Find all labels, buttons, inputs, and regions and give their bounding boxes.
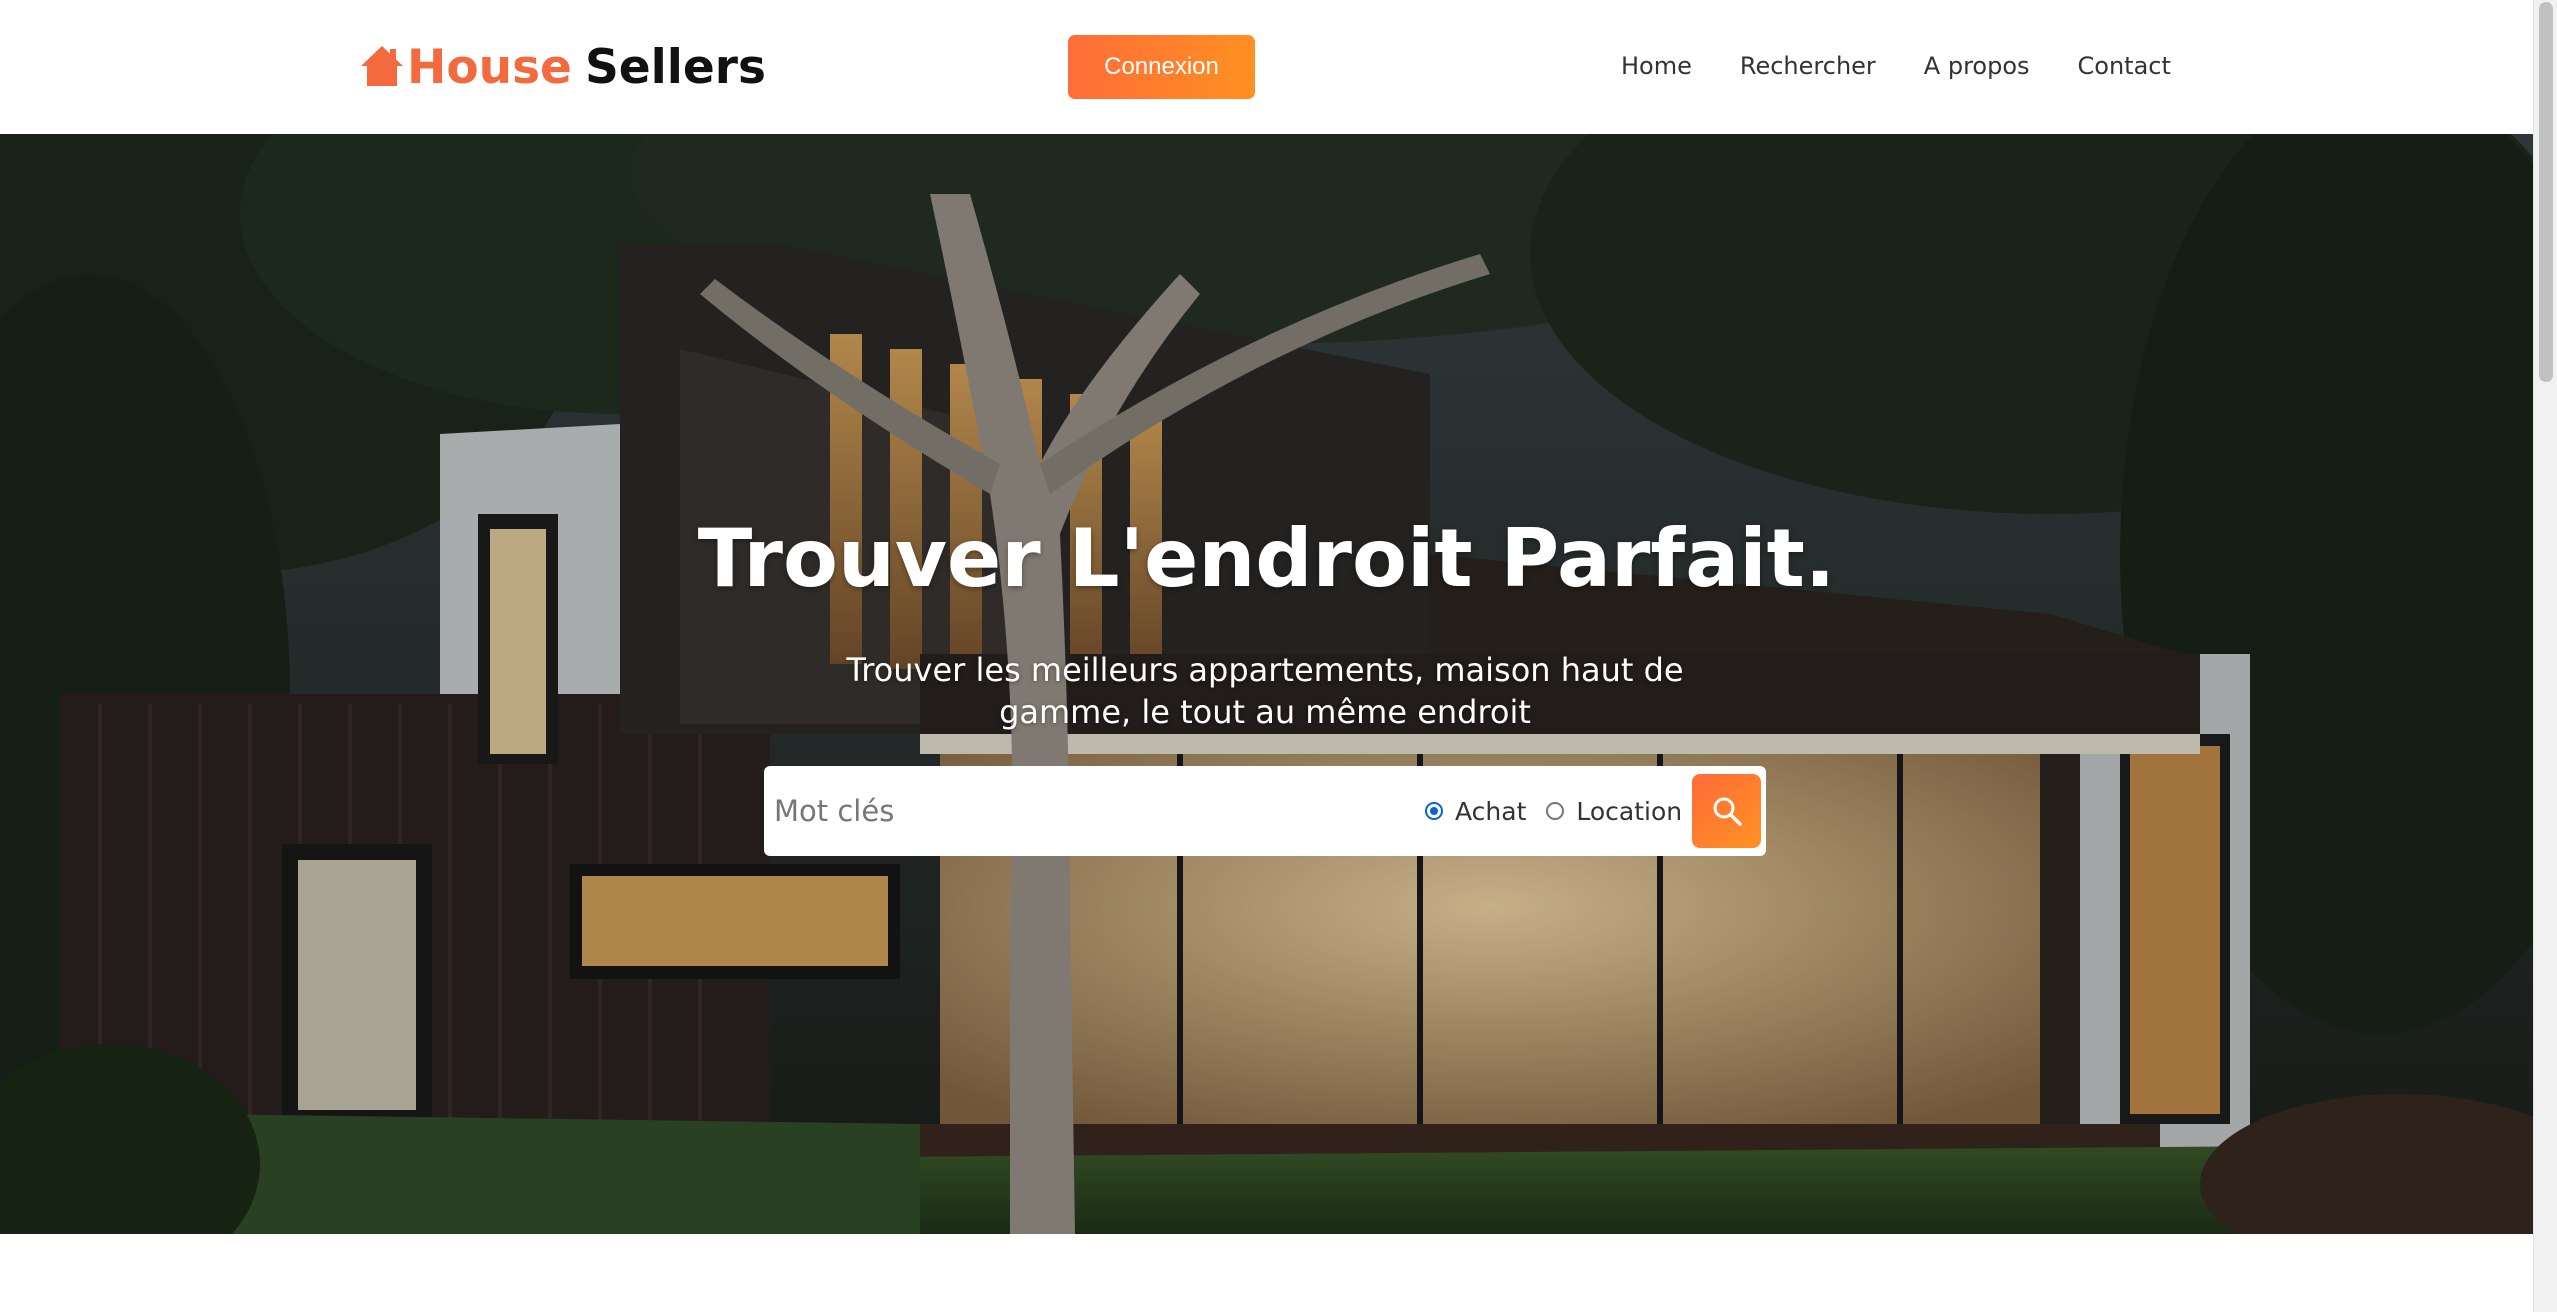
hero-title: Trouver L'endroit Parfait. bbox=[697, 512, 1836, 605]
logo-text-sellers: Sellers bbox=[584, 40, 766, 95]
logo[interactable]: House Sellers bbox=[359, 38, 766, 98]
radio-achat-label: Achat bbox=[1455, 796, 1527, 826]
radio-location[interactable]: Location bbox=[1546, 797, 1682, 826]
search-input[interactable] bbox=[772, 781, 1372, 841]
radio-achat-indicator[interactable] bbox=[1425, 802, 1443, 820]
nav-home[interactable]: Home bbox=[1621, 46, 1692, 86]
page: House Sellers Connexion Home Rechercher … bbox=[0, 0, 2557, 1312]
nav-contact[interactable]: Contact bbox=[2078, 46, 2171, 86]
connexion-button[interactable]: Connexion bbox=[1068, 35, 1255, 99]
main-nav: Home Rechercher A propos Contact bbox=[1621, 46, 2171, 86]
radio-achat[interactable]: Achat bbox=[1425, 797, 1526, 826]
transaction-type-radio-group: Achat Location bbox=[1425, 766, 1702, 856]
page-scrollbar[interactable] bbox=[2533, 0, 2557, 1312]
nav-rechercher[interactable]: Rechercher bbox=[1740, 46, 1876, 86]
search-form: Achat Location bbox=[764, 766, 1766, 856]
logo-text-house: House bbox=[407, 40, 572, 95]
house-icon bbox=[361, 46, 403, 86]
search-button[interactable] bbox=[1692, 774, 1761, 848]
hero-subtitle: Trouver les meilleurs appartements, mais… bbox=[846, 651, 1684, 731]
search-icon bbox=[1713, 797, 1742, 826]
scrollbar-thumb[interactable] bbox=[2539, 2, 2553, 382]
radio-location-label: Location bbox=[1576, 796, 1683, 826]
site-header: House Sellers Connexion Home Rechercher … bbox=[0, 0, 2533, 134]
radio-location-indicator[interactable] bbox=[1546, 802, 1565, 820]
nav-a-propos[interactable]: A propos bbox=[1924, 46, 2030, 86]
hero-section: Trouver L'endroit Parfait. Trouver les m… bbox=[0, 134, 2533, 1234]
